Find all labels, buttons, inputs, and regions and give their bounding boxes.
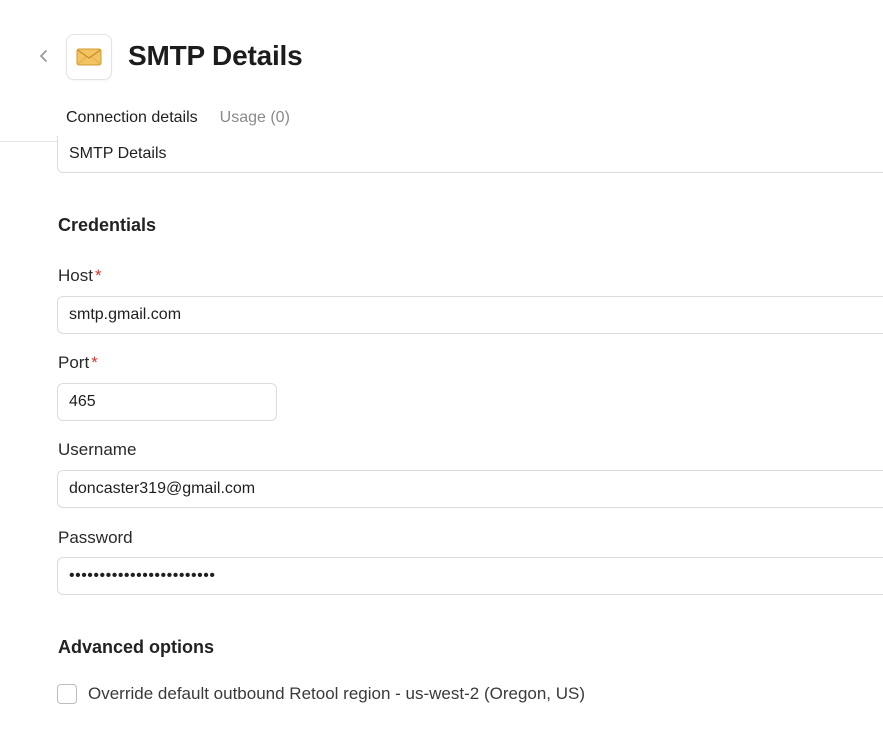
page-title: SMTP Details	[128, 40, 303, 71]
back-button[interactable]	[34, 46, 54, 66]
port-label-text: Port	[58, 353, 90, 372]
credentials-heading: Credentials	[58, 215, 157, 235]
required-marker: *	[94, 266, 102, 285]
envelope-icon	[76, 48, 102, 66]
host-label-text: Host	[58, 266, 93, 285]
page: SMTP Details Connection details Usage (0…	[0, 0, 883, 742]
tab-label: Connection details	[66, 109, 198, 126]
port-input[interactable]: 465	[57, 383, 277, 421]
password-input[interactable]: ••••••••••••••••••••••••	[57, 557, 883, 595]
username-label: Username	[58, 440, 137, 459]
host-label: Host *	[58, 266, 102, 286]
advanced-options-heading: Advanced options	[58, 637, 215, 657]
required-marker: *	[91, 353, 98, 372]
tab-count: (0)	[270, 109, 290, 126]
override-region-checkbox[interactable]	[57, 684, 77, 704]
resource-name-input[interactable]: SMTP Details	[57, 136, 883, 173]
tab-label: Usage	[219, 109, 266, 126]
chevron-left-icon	[40, 50, 47, 62]
tab-usage[interactable]: Usage (0)	[220, 100, 290, 140]
password-label: Password	[58, 528, 133, 547]
username-input[interactable]: doncaster319@gmail.com	[57, 470, 883, 508]
override-region-label: Override default outbound Retool region …	[88, 684, 586, 703]
tab-connection-details[interactable]: Connection details	[66, 100, 198, 140]
resource-icon	[66, 34, 112, 80]
host-input[interactable]: smtp.gmail.com	[57, 296, 883, 334]
port-label: Port *	[58, 353, 98, 373]
page-header: SMTP Details Connection details Usage (0…	[0, 0, 883, 142]
override-region-option[interactable]: Override default outbound Retool region …	[57, 684, 585, 704]
